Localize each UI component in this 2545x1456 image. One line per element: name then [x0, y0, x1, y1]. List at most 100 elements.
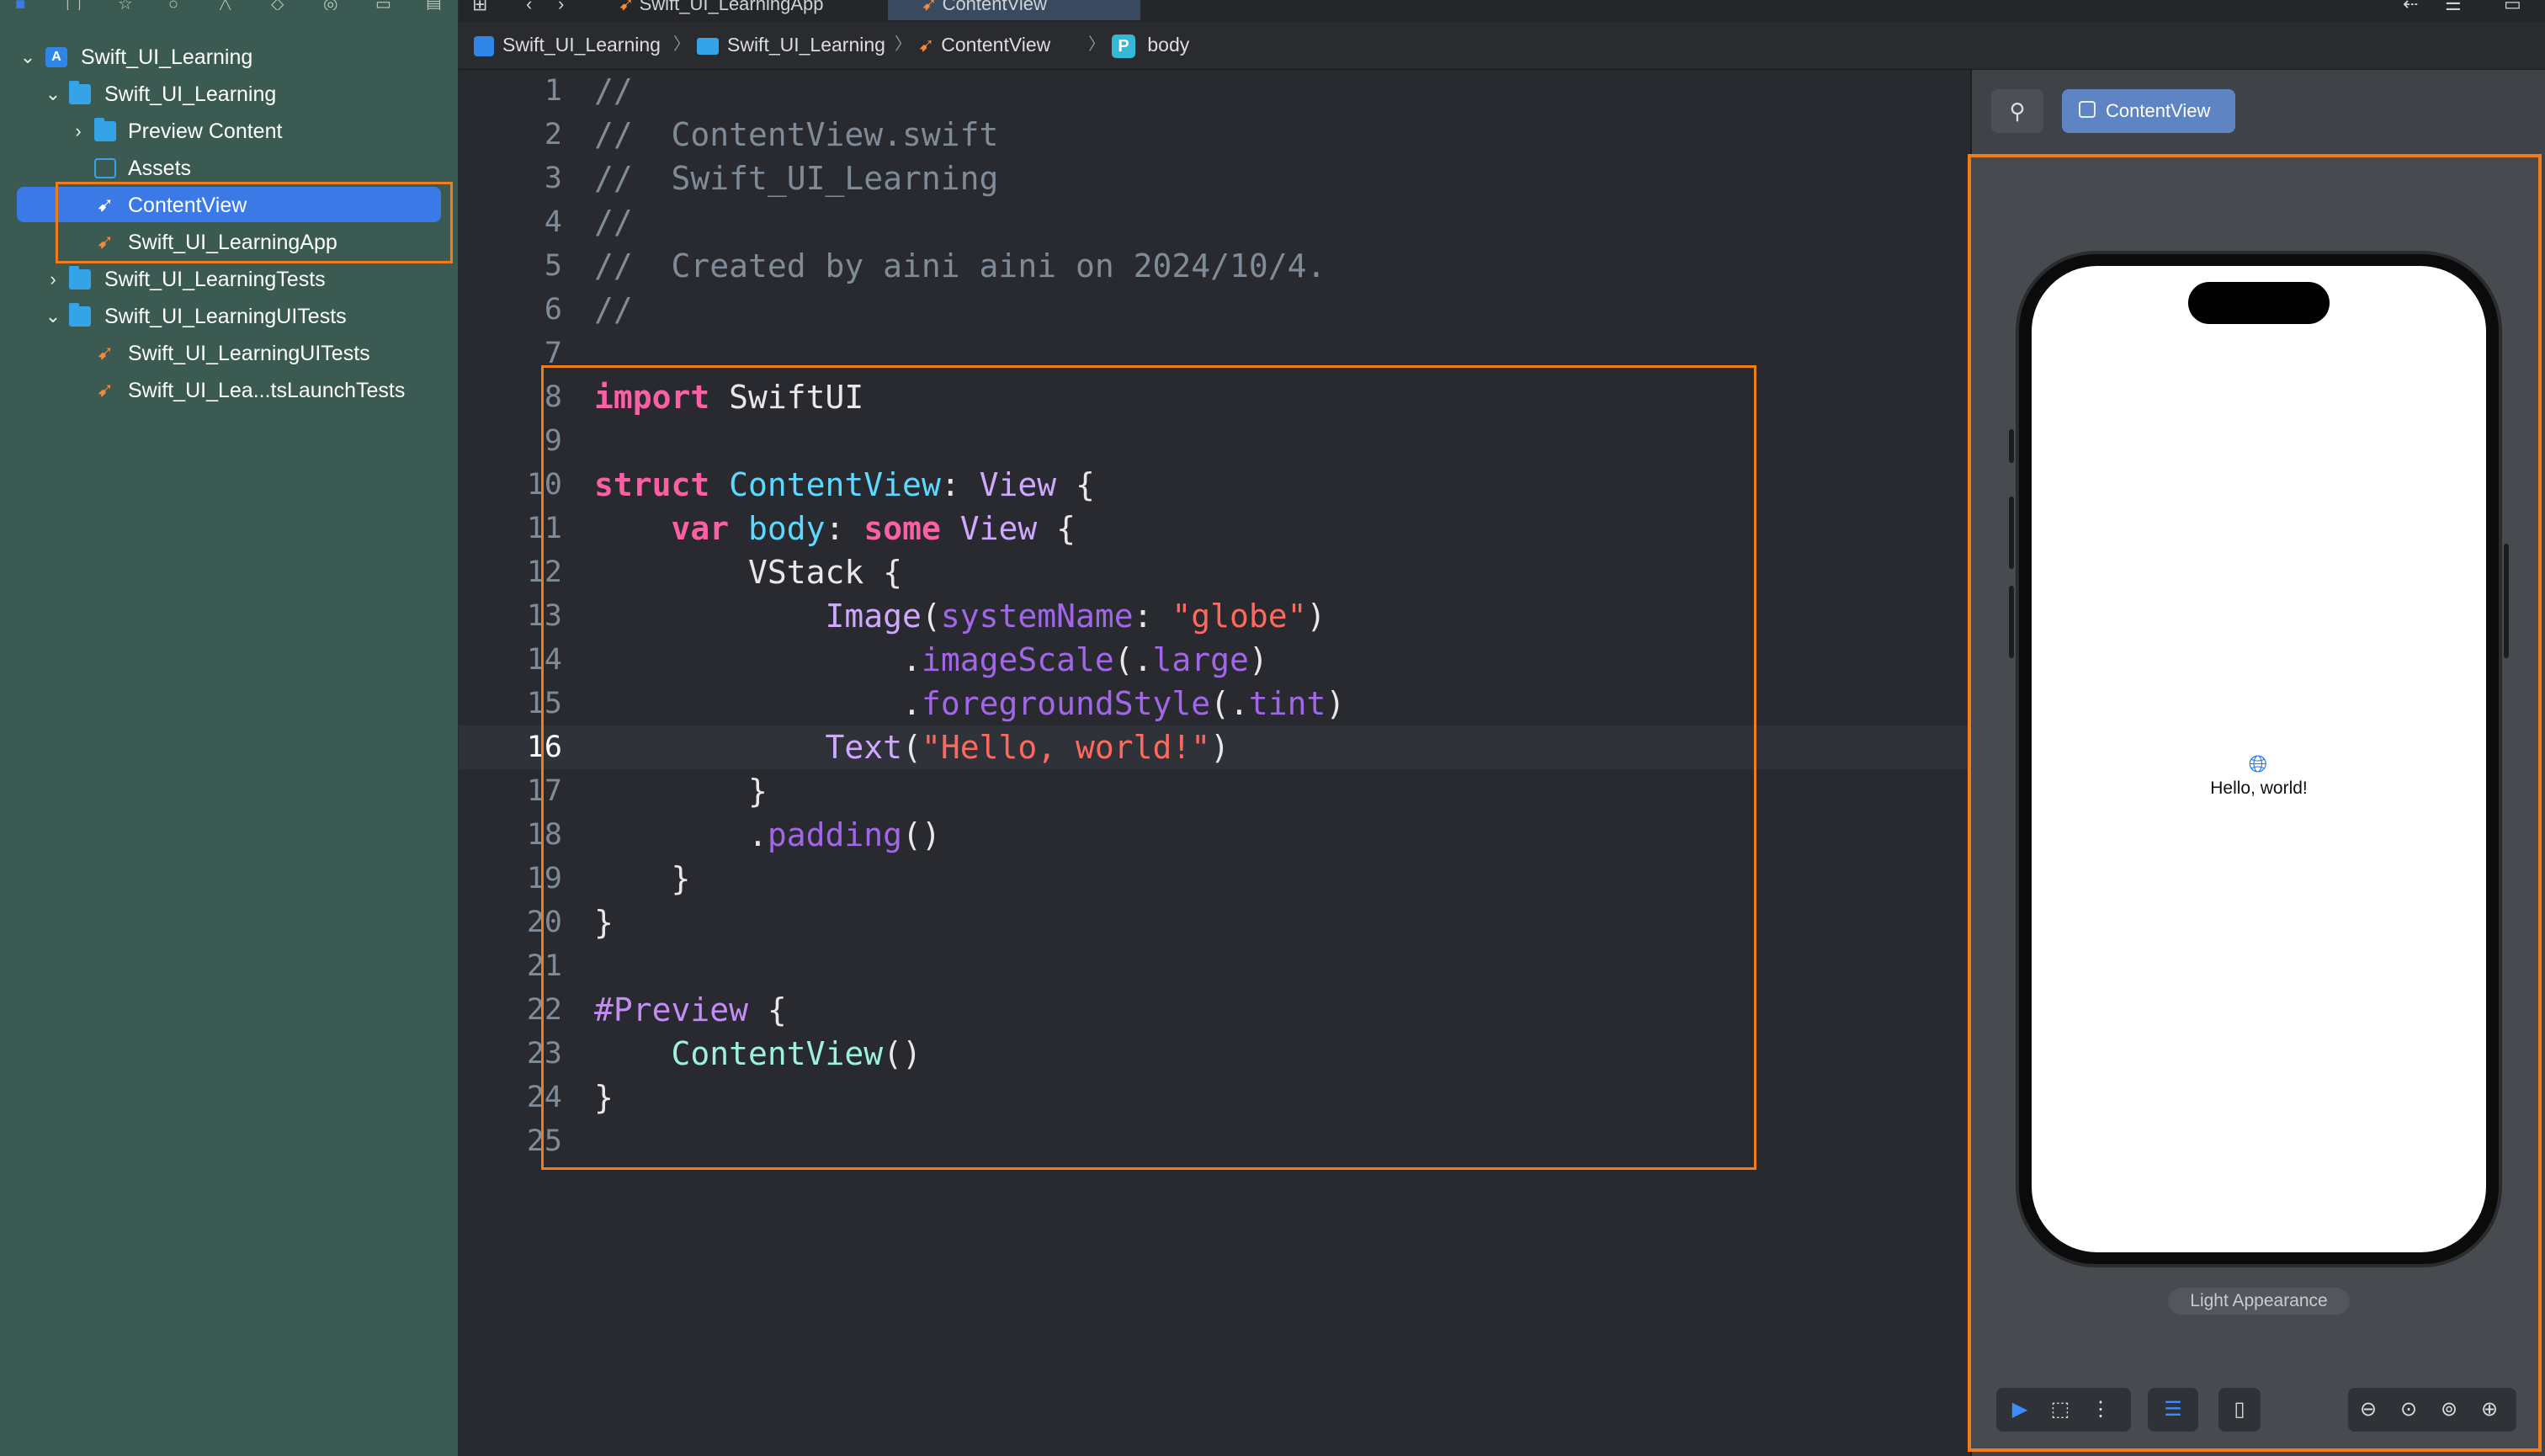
code-line-2[interactable]: // ContentView.swift — [594, 113, 998, 157]
xcode-project-icon — [474, 35, 494, 56]
preview-mode-group: ▶ ⬚ ⋮ — [1996, 1388, 2131, 1432]
tree-item-label: Swift_UI_LearningUITests — [128, 342, 370, 365]
tree-item-group-main[interactable]: ⌄ Swift_UI_Learning — [0, 76, 458, 113]
zoom-fit-icon[interactable]: ⊚ — [2432, 1388, 2466, 1432]
source-control-icon[interactable]: ▢ — [66, 0, 86, 10]
phone-action-button — [2009, 429, 2014, 463]
swift-file-icon: ➹ — [96, 342, 114, 364]
tree-item-project-root[interactable]: ⌄ Swift_UI_Learning — [0, 39, 458, 76]
device-settings-button[interactable]: ▯ — [2218, 1388, 2261, 1432]
breadcrumb-label: Swift_UI_Learning — [502, 34, 661, 56]
code-line-3[interactable]: // Swift_UI_Learning — [594, 157, 998, 200]
phone-volume-down — [2009, 586, 2014, 658]
chevron-right-icon[interactable]: › — [69, 113, 88, 150]
device-icon: ▯ — [2234, 1398, 2245, 1421]
chevron-down-icon[interactable]: ⌄ — [44, 298, 62, 335]
breakpoint-icon[interactable]: ▭ — [375, 0, 396, 10]
preview-contentview-button[interactable]: ContentView — [2062, 89, 2235, 133]
back-icon[interactable]: ⇠ — [2403, 0, 2428, 20]
highlight-box-files — [56, 182, 453, 263]
comment: // Created by aini aini on 2024/10/4. — [594, 247, 1326, 284]
canvas-settings-icon: ☰ — [2164, 1398, 2182, 1421]
variants-icon[interactable]: ⋮ — [2084, 1388, 2117, 1432]
chevron-down-icon[interactable]: ⌄ — [19, 39, 37, 76]
add-editor-icon[interactable]: ▭ — [2504, 0, 2529, 20]
zoom-100-icon[interactable]: ⊙ — [2392, 1388, 2425, 1432]
tree-item-launchtests-file[interactable]: ➹ Swift_UI_Lea...tsLaunchTests — [0, 372, 458, 409]
breadcrumb-label: Swift_UI_Learning — [727, 34, 885, 56]
tab-swiftui-learningapp[interactable]: ➹ Swift_UI_LearningApp — [619, 0, 896, 20]
comment: // — [594, 204, 633, 241]
zoom-in-icon[interactable]: ⊕ — [2473, 1388, 2506, 1432]
swift-file-icon: ➹ — [922, 0, 938, 14]
test-icon[interactable]: ◇ — [271, 0, 291, 10]
report-icon[interactable]: ▤ — [426, 0, 446, 10]
project-navigator-icon[interactable]: ■ — [15, 0, 35, 10]
tree-item-label: Preview Content — [128, 120, 283, 143]
tab-contentview[interactable]: ➹ ContentView — [888, 0, 1140, 20]
code-line-1[interactable]: // — [594, 69, 633, 113]
code-line-6[interactable]: // — [594, 288, 633, 332]
comment: // ContentView.swift — [594, 116, 999, 153]
line-number: 6 — [544, 293, 562, 327]
debug-icon[interactable]: ◎ — [323, 0, 343, 10]
find-icon[interactable]: ○ — [168, 0, 189, 10]
editor-tab-bar: ⊞ ‹ › ➹ Swift_UI_LearningApp ➹ ContentVi… — [459, 0, 2545, 23]
pin-button[interactable]: ⚲ — [1991, 89, 2043, 133]
folder-icon — [69, 266, 91, 290]
forward-arrow-icon[interactable]: › — [558, 0, 575, 20]
zoom-controls: ⊖ ⊙ ⊚ ⊕ — [2348, 1388, 2516, 1432]
folder-icon — [69, 303, 91, 327]
code-line-4[interactable]: // — [594, 200, 633, 244]
editor-options-icon[interactable]: ☰ — [2445, 0, 2479, 20]
issue-icon[interactable]: △ — [219, 0, 239, 10]
tree-item-uitests-file[interactable]: ➹ Swift_UI_LearningUITests — [0, 335, 458, 372]
tree-item-tests-group[interactable]: › Swift_UI_LearningTests — [0, 261, 458, 298]
tree-item-label: Swift_UI_LearningUITests — [104, 305, 347, 328]
chevron-down-icon[interactable]: ⌄ — [44, 76, 62, 113]
line-number: 4 — [544, 205, 562, 239]
tree-item-preview-content[interactable]: › Preview Content — [0, 113, 458, 150]
pin-icon: ⚲ — [2009, 98, 2026, 124]
breadcrumb-symbol[interactable]: P body — [1112, 22, 1189, 67]
swift-file-icon: ➹ — [96, 379, 114, 401]
canvas-settings-button[interactable]: ☰ — [2148, 1388, 2198, 1432]
tree-item-uitests-group[interactable]: ⌄ Swift_UI_LearningUITests — [0, 298, 458, 335]
line-number: 5 — [544, 249, 562, 283]
folder-icon — [697, 37, 719, 55]
swift-file-icon: ➹ — [619, 0, 635, 14]
selectable-icon[interactable]: ⬚ — [2043, 1388, 2077, 1432]
globe-icon: 🌐︎ — [2248, 751, 2268, 777]
breadcrumb-label: body — [1147, 34, 1190, 56]
comment: // Swift_UI_Learning — [594, 160, 999, 197]
asset-catalog-icon — [94, 158, 116, 178]
breadcrumb-file[interactable]: ➹ ContentView — [918, 22, 1050, 67]
breadcrumb-separator-icon: 〉 — [1088, 35, 1105, 54]
hello-world-text: Hello, world! — [2210, 778, 2308, 798]
tab-label: ContentView — [942, 0, 1047, 14]
grid-icon[interactable]: ⊞ — [472, 0, 497, 20]
comment: // — [594, 291, 633, 328]
tree-item-label: Swift_UI_Lea...tsLaunchTests — [128, 379, 406, 402]
bookmark-icon[interactable]: ☆ — [118, 0, 138, 10]
code-line-5[interactable]: // Created by aini aini on 2024/10/4. — [594, 244, 1326, 288]
navigator-toolbar: ■ ▢ ☆ ○ △ ◇ ◎ ▭ ▤ — [0, 0, 458, 17]
tab-label: Swift_UI_LearningApp — [639, 0, 824, 14]
jump-bar: Swift_UI_Learning 〉 Swift_UI_Learning 〉 … — [459, 22, 2545, 70]
breadcrumb-label: ContentView — [941, 34, 1051, 56]
property-badge-icon: P — [1112, 35, 1135, 58]
tree-item-label: Swift_UI_Learning — [81, 45, 253, 69]
back-arrow-icon[interactable]: ‹ — [526, 0, 543, 20]
tree-item-label: Swift_UI_LearningTests — [104, 268, 326, 291]
tree-item-label: Swift_UI_Learning — [104, 82, 277, 106]
folder-icon — [94, 118, 116, 141]
zoom-out-icon[interactable]: ⊖ — [2351, 1388, 2385, 1432]
appearance-label[interactable]: Light Appearance — [2168, 1288, 2350, 1315]
chevron-right-icon[interactable]: › — [44, 261, 62, 298]
live-preview-icon[interactable]: ▶ — [2003, 1388, 2037, 1432]
line-number: 2 — [544, 118, 562, 151]
breadcrumb-folder[interactable]: Swift_UI_Learning — [697, 22, 885, 67]
xcode-project-icon — [45, 47, 67, 67]
phone-volume-up — [2009, 497, 2014, 569]
breadcrumb-project[interactable]: Swift_UI_Learning — [474, 22, 661, 67]
